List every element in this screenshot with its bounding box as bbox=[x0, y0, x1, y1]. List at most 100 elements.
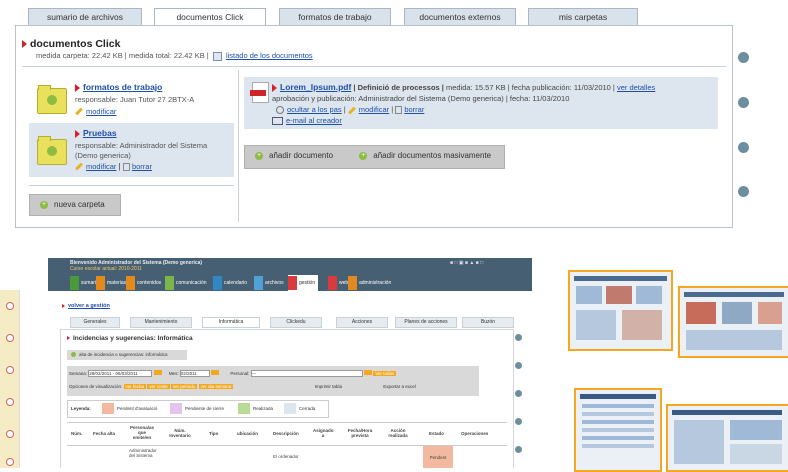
alta-button[interactable]: alta de incidencia o sugerencias: inform… bbox=[67, 350, 187, 360]
folder-name-link[interactable]: formatos de trabajo bbox=[83, 82, 162, 92]
tab-documentos-click[interactable]: documentos Click bbox=[154, 8, 266, 26]
filter-bar: Semana: 28/02/2011 - 06/03/2011 Mes: 02/… bbox=[67, 366, 479, 396]
subtab-clickedu[interactable]: Clickedu bbox=[270, 317, 322, 328]
legend: Leyenda: Pendent d'avaluació Pendiente d… bbox=[67, 400, 329, 418]
report-thumbnail bbox=[574, 388, 662, 472]
folder-size-text: medida carpeta: 22.42 KB | medida total:… bbox=[36, 51, 209, 60]
bullet-dot bbox=[738, 186, 749, 197]
back-link[interactable]: volver a gestión bbox=[62, 303, 110, 309]
documents-panel: documentos Click medida carpeta: 22.42 K… bbox=[15, 25, 733, 228]
app-content: volver a gestión Generales Mantenimiento… bbox=[48, 291, 532, 468]
document-name-link[interactable]: Lorem_Ipsum.pdf bbox=[280, 82, 351, 92]
export-excel-option[interactable]: Exportar a excel bbox=[383, 384, 416, 389]
folder-icon bbox=[37, 136, 67, 165]
red-arrow-icon bbox=[22, 40, 27, 49]
trash-icon bbox=[395, 106, 403, 115]
delete-link[interactable]: borrar bbox=[404, 105, 424, 114]
tab-sumario-de-archivos[interactable]: sumario de archivos bbox=[28, 8, 142, 25]
hide-link[interactable]: ocultar a los pas bbox=[287, 105, 342, 114]
nav-comunicacion[interactable]: comunicación bbox=[165, 275, 207, 291]
week-select[interactable]: 28/02/2011 - 06/03/2011 bbox=[88, 370, 153, 377]
subtab-buzon[interactable]: Buzón bbox=[462, 317, 514, 328]
folder-item[interactable]: Pruebas responsable: Administrador del S… bbox=[29, 123, 234, 177]
nav-calendario[interactable]: calendario bbox=[213, 275, 247, 291]
plus-icon: + bbox=[255, 151, 263, 160]
document-description: | Definició de processos | bbox=[353, 83, 444, 92]
pencil-icon bbox=[75, 108, 83, 116]
nav-sumario[interactable]: sumario bbox=[70, 275, 99, 291]
bullet-dot bbox=[738, 97, 749, 108]
personal-select[interactable]: --- bbox=[250, 370, 363, 377]
pdf-icon bbox=[250, 82, 269, 103]
binder-edge bbox=[0, 290, 20, 468]
nav-administracion[interactable]: administración bbox=[348, 275, 391, 291]
nav-gestion[interactable]: gestión bbox=[288, 275, 319, 291]
vis-button[interactable]: ver dia semana bbox=[198, 384, 234, 389]
delete-link[interactable]: borrar bbox=[132, 162, 152, 171]
folder-item[interactable]: formatos de trabajo responsable: Juan Tu… bbox=[29, 76, 234, 118]
pencil-icon bbox=[347, 106, 356, 114]
subtab-generales[interactable]: Generales bbox=[70, 317, 120, 328]
page-title: documentos Click bbox=[22, 38, 120, 50]
view-details-link[interactable]: ver detalles bbox=[617, 83, 655, 92]
bullet-dot bbox=[738, 52, 749, 63]
trash-icon bbox=[122, 162, 130, 171]
document-approval: aprobación y publicación: Administrador … bbox=[272, 94, 570, 103]
month-select[interactable]: 02/2011 bbox=[179, 370, 210, 377]
section-title: Incidencias y sugerencias: Informática bbox=[67, 335, 193, 342]
subtab-planes[interactable]: Planes de acciones bbox=[395, 317, 457, 328]
vis-button[interactable]: ver coste bbox=[147, 384, 170, 389]
app-header-icons: ■ □ ▣ ■ ▲ ■ □ bbox=[450, 260, 484, 266]
subtab-acciones[interactable]: Acciones bbox=[336, 317, 388, 328]
pencil-icon bbox=[75, 163, 83, 171]
folder-responsible: responsable: Juan Tutor 27 2BTX-A bbox=[75, 95, 195, 104]
report-thumbnail bbox=[568, 270, 673, 351]
tab-formatos-de-trabajo[interactable]: formatos de trabajo bbox=[279, 8, 391, 25]
vis-button[interactable]: ver periodo bbox=[170, 384, 198, 389]
red-arrow-icon bbox=[75, 129, 80, 138]
new-folder-button[interactable]: + nueva carpeta bbox=[29, 194, 121, 216]
email-creator-link[interactable]: e-mail al creador bbox=[286, 116, 342, 125]
plus-icon: + bbox=[359, 151, 368, 160]
document-list-link[interactable]: listado de los documentos bbox=[226, 51, 313, 60]
vis-button[interactable]: ver fecha bbox=[123, 384, 147, 389]
incidencias-panel: Incidencias y sugerencias: Informática a… bbox=[60, 329, 514, 468]
folder-responsible: responsable: Administrador del Sistema (… bbox=[75, 141, 208, 160]
folder-size-info: medida carpeta: 22.42 KB | medida total:… bbox=[36, 51, 313, 61]
document-action-bar: + añadir documento + añadir documentos mas… bbox=[244, 145, 505, 169]
column-divider bbox=[238, 70, 239, 222]
divider bbox=[29, 185, 234, 186]
folder-name-link[interactable]: Pruebas bbox=[83, 128, 117, 138]
tab-mis-carpetas[interactable]: mis carpetas bbox=[528, 8, 638, 25]
divider bbox=[22, 66, 726, 67]
red-arrow-icon bbox=[75, 83, 80, 92]
mail-icon bbox=[272, 117, 283, 126]
subtab-informatica[interactable]: Informática bbox=[202, 317, 260, 328]
modify-link[interactable]: modificar bbox=[86, 162, 116, 171]
document-item: Lorem_Ipsum.pdf | Definició de processos… bbox=[244, 77, 718, 129]
incidencias-table: Núm. Fecha alta Persona/as que emite/en … bbox=[67, 422, 507, 468]
app-subtabs: Generales Mantenimiento Informática Clic… bbox=[60, 317, 522, 328]
tab-documentos-externos[interactable]: documentos externos bbox=[404, 8, 516, 25]
embedded-app-screenshot: Bienvenido Administrador del Sistema (De… bbox=[48, 258, 532, 468]
report-thumbnail bbox=[666, 404, 788, 472]
modify-link[interactable]: modificar bbox=[359, 105, 389, 114]
add-documents-bulk-button[interactable]: + añadir documentos masivamente bbox=[349, 151, 491, 160]
red-arrow-icon bbox=[272, 84, 277, 93]
add-document-button[interactable]: + añadir documento bbox=[245, 151, 333, 160]
all-button[interactable]: Ver todas bbox=[373, 371, 397, 376]
nav-archivos[interactable]: archivos bbox=[254, 275, 284, 291]
nav-contenidos[interactable]: contenidos bbox=[126, 275, 161, 291]
bullet-dot bbox=[738, 142, 749, 153]
nav-materias[interactable]: materias bbox=[96, 275, 126, 291]
nav-web[interactable]: web bbox=[328, 275, 348, 291]
modify-link[interactable]: modificar bbox=[86, 107, 116, 116]
document-info: medida: 15.57 KB | fecha publicación: 11… bbox=[445, 83, 615, 92]
app-header-subtitle: Curso escolar actual: 2010-2011 bbox=[70, 266, 142, 272]
print-table-option[interactable]: Imprimir tabla bbox=[315, 384, 342, 389]
folder-icon bbox=[37, 85, 67, 114]
plus-icon: + bbox=[40, 200, 48, 209]
subtab-mantenimiento[interactable]: Mantenimiento bbox=[130, 317, 192, 328]
eye-icon bbox=[276, 106, 284, 115]
list-icon bbox=[212, 51, 222, 61]
